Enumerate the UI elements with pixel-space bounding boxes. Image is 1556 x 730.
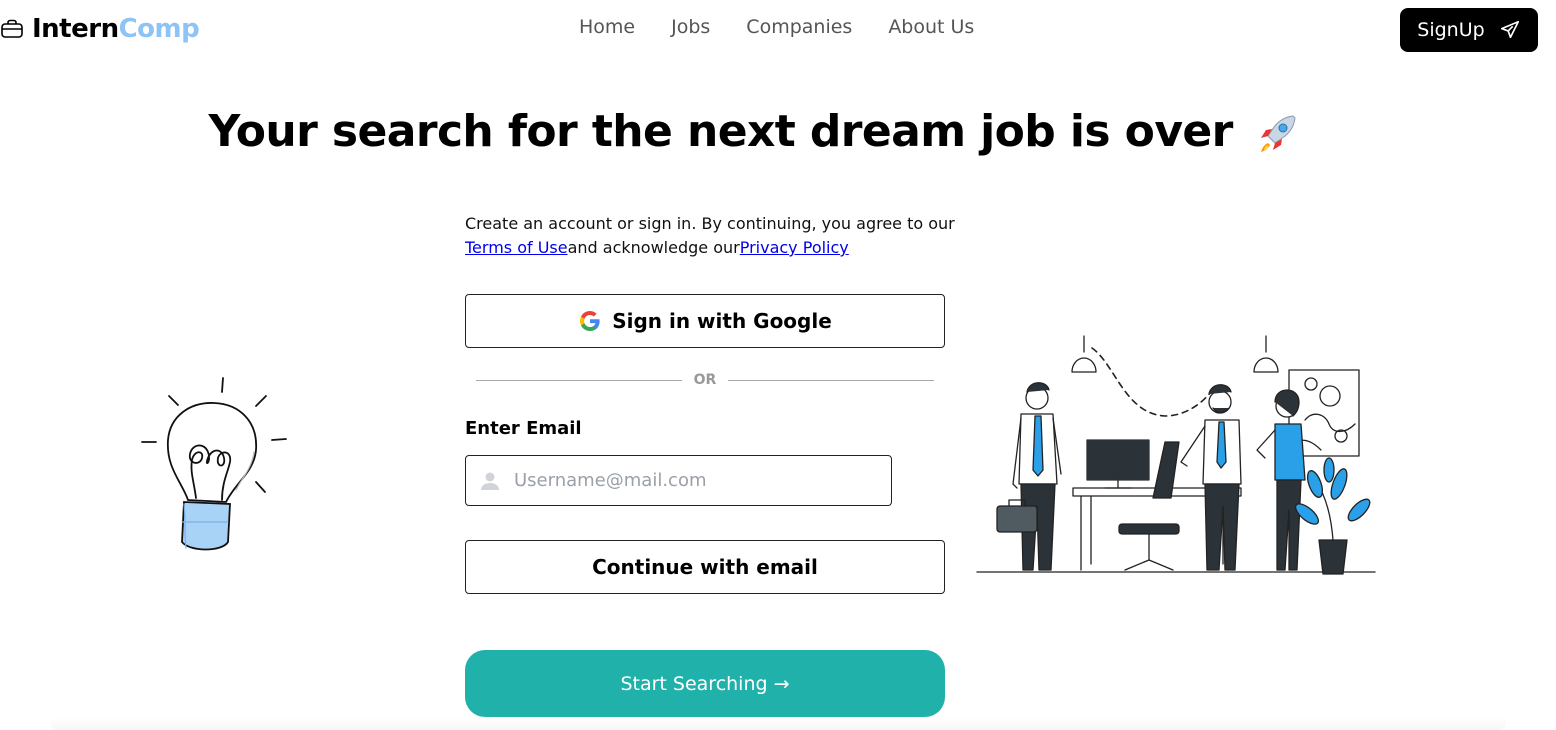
rocket-icon bbox=[1261, 115, 1296, 152]
privacy-policy-link[interactable]: Privacy Policy bbox=[740, 238, 849, 257]
google-signin-label: Sign in with Google bbox=[612, 309, 832, 333]
nav-about-us[interactable]: About Us bbox=[888, 16, 974, 38]
consent-text-1: Create an account or sign in. By continu… bbox=[465, 214, 955, 233]
email-label: Enter Email bbox=[465, 418, 582, 439]
terms-of-use-link[interactable]: Terms of Use bbox=[465, 238, 568, 257]
nav-home[interactable]: Home bbox=[579, 16, 635, 38]
consent-text-2: and acknowledge our bbox=[567, 238, 740, 257]
logo-text: InternComp bbox=[32, 14, 200, 44]
lightbulb-illustration bbox=[141, 377, 287, 551]
logo-text-comp: Comp bbox=[118, 14, 200, 44]
email-field[interactable] bbox=[465, 455, 892, 506]
main-nav: Home Jobs Companies About Us bbox=[579, 16, 974, 38]
briefcase-icon bbox=[1, 19, 23, 38]
consent-text: Create an account or sign in. By continu… bbox=[465, 212, 965, 260]
divider-or-text: OR bbox=[693, 372, 717, 388]
office-team-illustration bbox=[976, 335, 1376, 575]
logo[interactable]: InternComp bbox=[0, 14, 200, 44]
start-searching-button[interactable]: Start Searching → bbox=[465, 650, 945, 717]
divider-line-left bbox=[476, 379, 682, 381]
paper-plane-icon bbox=[1500, 20, 1519, 39]
hero-title: Your search for the next dream job is ov… bbox=[0, 106, 1510, 158]
email-input[interactable] bbox=[512, 469, 872, 492]
signup-label: SignUp bbox=[1417, 19, 1485, 41]
or-divider: OR bbox=[476, 372, 934, 388]
divider-line-right bbox=[728, 379, 934, 381]
user-icon bbox=[481, 472, 499, 490]
google-signin-button[interactable]: Sign in with Google bbox=[465, 294, 945, 348]
signup-button[interactable]: SignUp bbox=[1400, 8, 1538, 52]
google-icon bbox=[580, 311, 600, 331]
logo-text-intern: Intern bbox=[32, 14, 119, 44]
continue-with-email-button[interactable]: Continue with email bbox=[465, 540, 945, 594]
header: InternComp Home Jobs Companies About Us … bbox=[0, 0, 1556, 62]
nav-jobs[interactable]: Jobs bbox=[671, 16, 710, 38]
bottom-shadow bbox=[50, 716, 1506, 730]
nav-companies[interactable]: Companies bbox=[746, 16, 852, 38]
hero-title-text: Your search for the next dream job is ov… bbox=[208, 106, 1234, 157]
